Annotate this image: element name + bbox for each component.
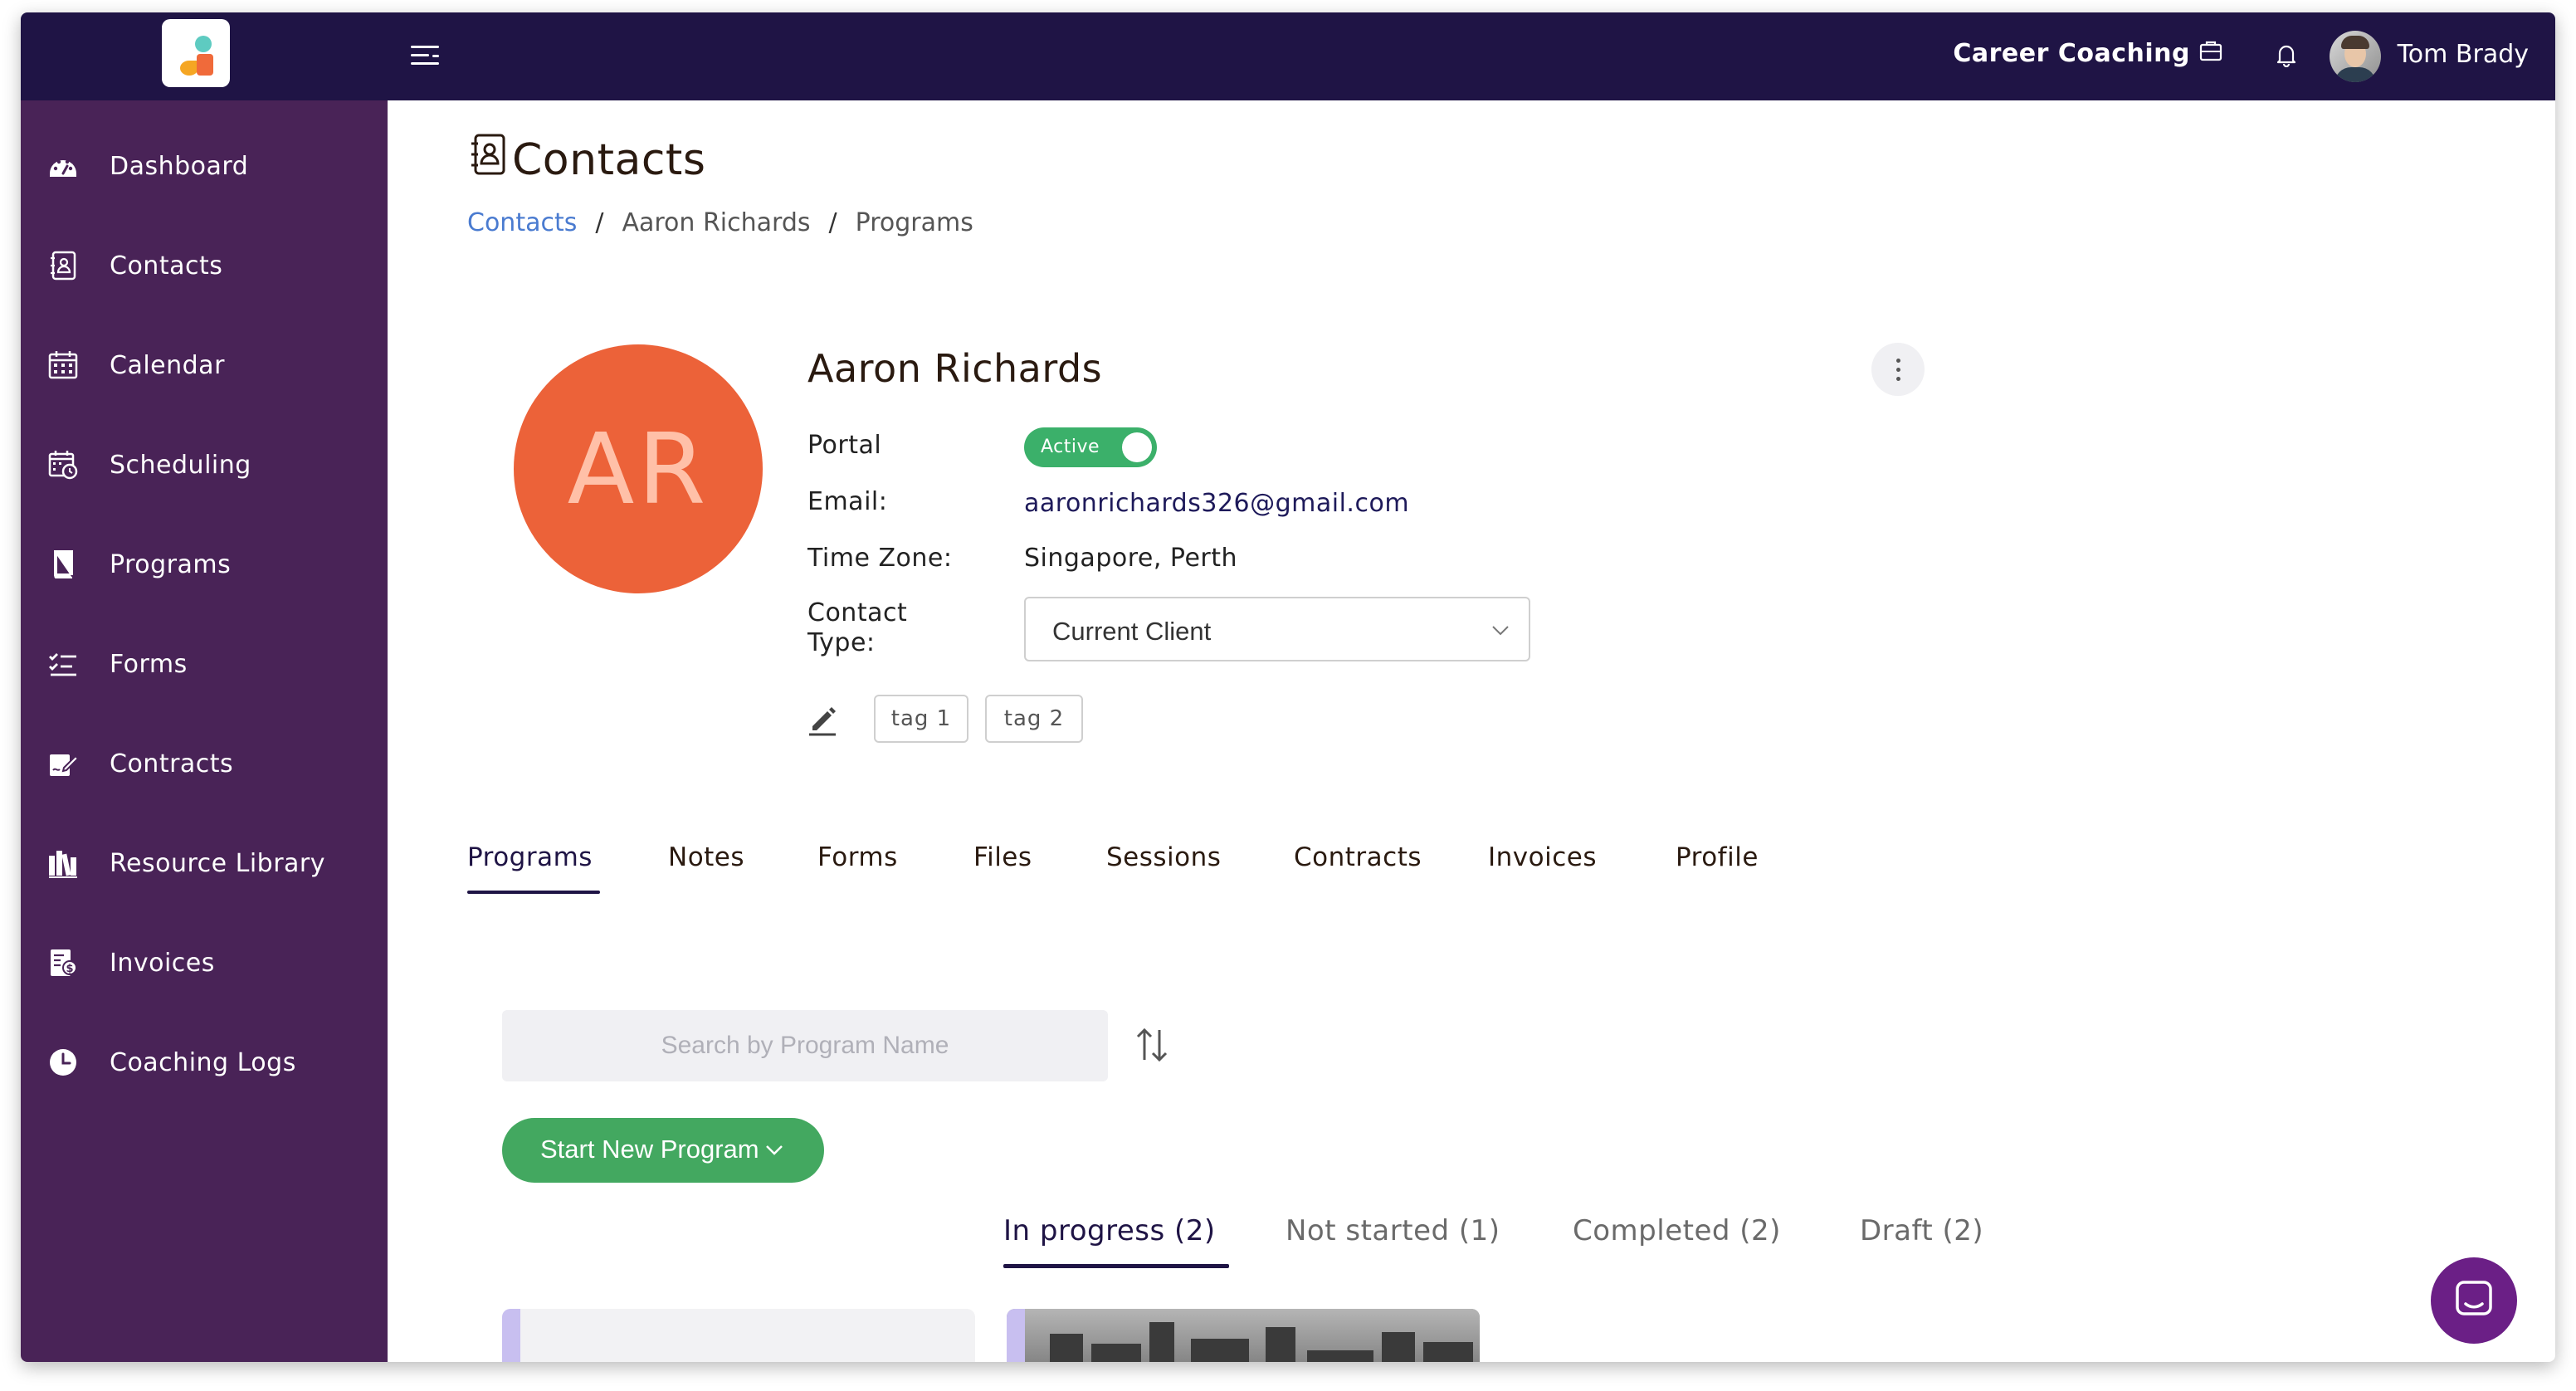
breadcrumb-link-contact[interactable]: Aaron Richards xyxy=(622,208,810,237)
sidebar-item-coaching-logs[interactable]: Coaching Logs xyxy=(21,1030,388,1096)
top-bar: Career Coaching Tom Brady xyxy=(21,12,2555,100)
tab-invoices[interactable]: Invoices xyxy=(1488,842,1597,872)
tag-chip[interactable]: tag 1 xyxy=(874,695,968,743)
contact-type-select[interactable]: Current Client xyxy=(1024,597,1530,661)
card-accent xyxy=(502,1309,520,1362)
briefcase-icon[interactable] xyxy=(2198,39,2223,64)
forms-icon xyxy=(49,653,76,676)
breadcrumb-link-contacts[interactable]: Contacts xyxy=(467,208,577,237)
status-tab-not-started[interactable]: Not started (1) xyxy=(1286,1214,1500,1247)
logo-shape xyxy=(180,61,198,76)
svg-text:$: $ xyxy=(66,963,73,975)
chat-launcher-button[interactable] xyxy=(2431,1257,2517,1344)
resource-library-icon xyxy=(49,851,77,878)
logo-shape xyxy=(197,54,213,76)
sidebar-item-label: Dashboard xyxy=(110,152,249,181)
email-value[interactable]: aaronrichards326@gmail.com xyxy=(1024,489,1409,518)
email-label: Email: xyxy=(807,487,888,516)
sidebar-item-contacts[interactable]: Contacts xyxy=(21,233,388,300)
chat-icon xyxy=(2456,1281,2492,1315)
tab-files[interactable]: Files xyxy=(973,842,1032,872)
menu-toggle-icon[interactable] xyxy=(411,44,441,69)
sidebar-item-programs[interactable]: Programs xyxy=(21,532,388,598)
organization-name[interactable]: Career Coaching xyxy=(1953,39,2190,68)
sidebar-item-resource-library[interactable]: Resource Library xyxy=(21,831,388,897)
clock-icon xyxy=(50,1049,76,1076)
portal-toggle[interactable]: Active xyxy=(1024,427,1157,467)
program-card[interactable] xyxy=(1007,1309,1480,1362)
portal-status: Active xyxy=(1041,437,1100,457)
program-search-input[interactable] xyxy=(502,1010,1108,1081)
tab-contracts[interactable]: Contracts xyxy=(1294,842,1422,872)
breadcrumb-separator: / xyxy=(595,208,604,237)
main-content: Contacts Contacts / Aaron Richards / Program… xyxy=(388,100,2555,1362)
sort-icon[interactable] xyxy=(1133,1023,1171,1066)
sidebar-item-invoices[interactable]: $ Invoices xyxy=(21,930,388,997)
app-window: Career Coaching Tom Brady Dashboard Cont… xyxy=(21,12,2555,1362)
app-logo[interactable] xyxy=(162,19,230,87)
contact-type-label: Contact xyxy=(807,598,908,627)
start-new-program-label: Start New Program xyxy=(540,1135,759,1164)
program-card[interactable] xyxy=(502,1309,975,1362)
program-cover-image xyxy=(1025,1309,1480,1362)
logo-shape xyxy=(195,36,212,52)
start-new-program-button[interactable]: Start New Program xyxy=(502,1118,824,1183)
status-tab-completed[interactable]: Completed (2) xyxy=(1573,1214,1781,1247)
card-accent xyxy=(1007,1309,1025,1362)
contact-avatar: AR xyxy=(514,344,763,593)
breadcrumb-separator: / xyxy=(828,208,837,237)
scheduling-icon xyxy=(48,451,78,480)
sidebar-item-label: Scheduling xyxy=(110,451,251,480)
timezone-value: Singapore, Perth xyxy=(1024,544,1238,573)
user-name[interactable]: Tom Brady xyxy=(2398,40,2529,69)
sidebar-item-label: Programs xyxy=(110,550,232,579)
page-title: Contacts xyxy=(512,135,706,185)
sidebar-item-dashboard[interactable]: Dashboard xyxy=(21,134,388,200)
tag-chip[interactable]: tag 2 xyxy=(985,695,1083,743)
bell-icon[interactable] xyxy=(2275,42,2298,67)
breadcrumb-current: Programs xyxy=(855,208,973,237)
sidebar-item-scheduling[interactable]: Scheduling xyxy=(21,432,388,499)
sidebar-item-label: Contacts xyxy=(110,251,223,281)
contact-name: Aaron Richards xyxy=(807,346,1103,391)
user-avatar[interactable] xyxy=(2330,31,2381,82)
more-options-button[interactable] xyxy=(1871,343,1925,396)
programs-icon xyxy=(54,550,73,578)
dashboard-icon xyxy=(50,159,76,177)
edit-tags-icon[interactable] xyxy=(807,703,837,736)
sidebar-item-calendar[interactable]: Calendar xyxy=(21,333,388,399)
sidebar-item-label: Coaching Logs xyxy=(110,1048,296,1077)
tab-programs[interactable]: Programs xyxy=(467,842,593,872)
calendar-icon xyxy=(48,351,78,379)
contact-type-value: Current Client xyxy=(1052,617,1212,646)
sidebar-item-forms[interactable]: Forms xyxy=(21,632,388,698)
toggle-knob xyxy=(1122,432,1152,462)
sidebar-item-contracts[interactable]: Contracts xyxy=(21,731,388,798)
sidebar-item-label: Forms xyxy=(110,650,188,679)
active-status-indicator xyxy=(1003,1264,1229,1268)
timezone-label: Time Zone: xyxy=(807,544,953,573)
tab-notes[interactable]: Notes xyxy=(668,842,744,872)
status-tab-in-progress[interactable]: In progress (2) xyxy=(1003,1214,1216,1247)
contacts-icon xyxy=(51,251,76,281)
tab-forms[interactable]: Forms xyxy=(817,842,898,872)
sidebar-item-label: Invoices xyxy=(110,949,215,978)
chevron-down-icon xyxy=(1492,626,1509,636)
contact-type-label: Type: xyxy=(807,628,876,657)
sidebar-item-label: Contracts xyxy=(110,749,234,778)
tab-profile[interactable]: Profile xyxy=(1676,842,1759,872)
sidebar-item-label: Resource Library xyxy=(110,849,326,878)
portal-label: Portal xyxy=(807,431,882,460)
sidebar: Dashboard Contacts Calendar Scheduling P… xyxy=(21,100,388,1362)
tab-sessions[interactable]: Sessions xyxy=(1106,842,1221,872)
active-tab-indicator xyxy=(467,891,600,894)
sidebar-item-label: Calendar xyxy=(110,351,225,380)
chevron-down-icon xyxy=(766,1145,783,1155)
status-tab-draft[interactable]: Draft (2) xyxy=(1860,1214,1983,1247)
breadcrumb: Contacts / Aaron Richards / Programs xyxy=(467,208,973,237)
contacts-icon xyxy=(471,134,505,175)
invoices-icon: $ xyxy=(51,949,77,976)
contracts-icon xyxy=(50,754,79,776)
